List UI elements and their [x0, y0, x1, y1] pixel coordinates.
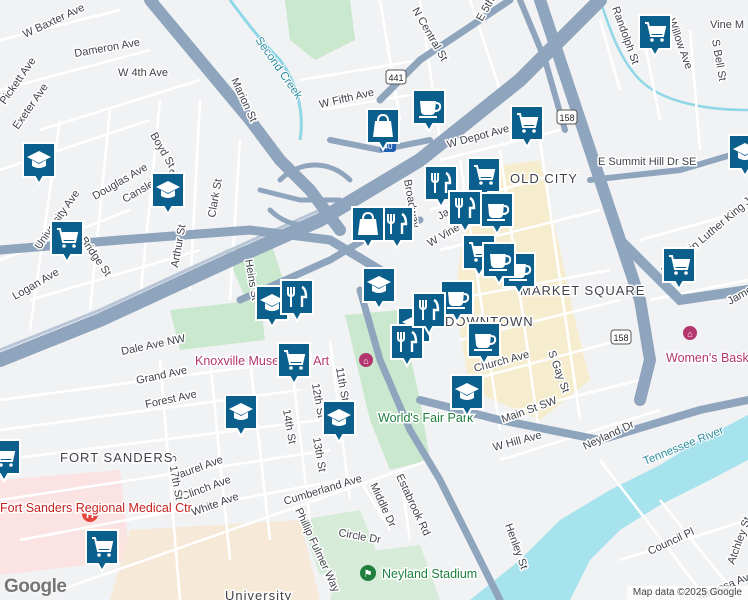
- street-label: Vine M: [710, 19, 744, 31]
- poi-label-hall-of-fame: Women's Basketball Hall of Fame: [666, 351, 748, 365]
- svg-text:441: 441: [388, 73, 403, 83]
- school-marker-6[interactable]: [448, 372, 486, 418]
- restaurant-icon: [448, 190, 482, 234]
- svg-text:158: 158: [613, 333, 628, 343]
- school-icon: [22, 142, 56, 186]
- shopping-icon: [366, 108, 400, 152]
- shopping-icon: [351, 206, 385, 250]
- school-marker-9[interactable]: [726, 132, 748, 178]
- restaurant-icon: [280, 279, 314, 323]
- cafe-marker-6[interactable]: [480, 240, 518, 286]
- svg-text:⌂: ⌂: [363, 356, 368, 366]
- grocery-marker-8[interactable]: [0, 437, 23, 483]
- grocery-marker-4[interactable]: [48, 218, 86, 264]
- school-icon: [322, 400, 356, 444]
- grocery-marker-6[interactable]: [275, 340, 313, 386]
- grocery-marker-5[interactable]: [660, 245, 698, 291]
- area-label-fort-sanders: FORT SANDERS: [60, 450, 173, 465]
- grocery-marker-2[interactable]: [508, 103, 546, 149]
- cafe-icon: [467, 322, 501, 366]
- area-label-market-square: MARKET SQUARE: [520, 283, 645, 298]
- school-icon: [728, 134, 748, 178]
- svg-text:⌂: ⌂: [687, 329, 692, 339]
- school-marker-4[interactable]: [360, 265, 398, 311]
- route-shield-441: 441: [385, 69, 407, 85]
- school-marker-1[interactable]: [20, 140, 58, 186]
- street-label: W 4th Ave: [118, 67, 168, 79]
- svg-text:⚑: ⚑: [364, 569, 373, 580]
- poi-label-hospital: Fort Sanders Regional Medical Ctr: [0, 501, 192, 515]
- school-marker-7[interactable]: [222, 392, 260, 438]
- cafe-marker-5[interactable]: [465, 320, 503, 366]
- cafe-icon: [412, 89, 446, 133]
- grocery-icon: [638, 14, 672, 58]
- svg-text:158: 158: [559, 113, 574, 123]
- restaurant-marker-3[interactable]: [446, 188, 484, 234]
- grocery-icon: [85, 529, 119, 573]
- restaurant-icon: [412, 292, 446, 336]
- grocery-marker-7[interactable]: [83, 527, 121, 573]
- grocery-icon: [510, 105, 544, 149]
- area-label-old-city: OLD CITY: [510, 171, 578, 186]
- school-icon: [362, 267, 396, 311]
- school-icon: [450, 374, 484, 418]
- grocery-icon: [662, 247, 696, 291]
- street-label: E Summit Hill Dr SE: [598, 156, 696, 168]
- grocery-icon: [277, 342, 311, 386]
- cafe-marker-1[interactable]: [410, 87, 448, 133]
- cafe-icon: [482, 242, 516, 286]
- attribution-bar: Map data ©2025 Google: [626, 586, 748, 600]
- shopping-marker-2[interactable]: [349, 204, 387, 250]
- school-marker-8[interactable]: [320, 398, 358, 444]
- map-data-text: Map data ©2025 Google: [632, 587, 742, 598]
- school-icon: [224, 394, 258, 438]
- grocery-marker-1[interactable]: [636, 12, 674, 58]
- route-shield-158-south: 158: [610, 329, 632, 345]
- google-logo: Google: [4, 576, 67, 597]
- grocery-icon: [0, 439, 21, 483]
- poi-label-neyland-stadium: Neyland Stadium: [382, 567, 477, 581]
- grocery-icon: [50, 220, 84, 264]
- restaurant-marker-4[interactable]: [278, 277, 316, 323]
- route-shield-158-north: 158: [556, 109, 578, 125]
- school-icon: [151, 172, 185, 216]
- school-marker-2[interactable]: [149, 170, 187, 216]
- area-label-university-park: University: [225, 588, 292, 600]
- restaurant-marker-6[interactable]: [410, 290, 448, 336]
- shopping-marker-1[interactable]: [364, 106, 402, 152]
